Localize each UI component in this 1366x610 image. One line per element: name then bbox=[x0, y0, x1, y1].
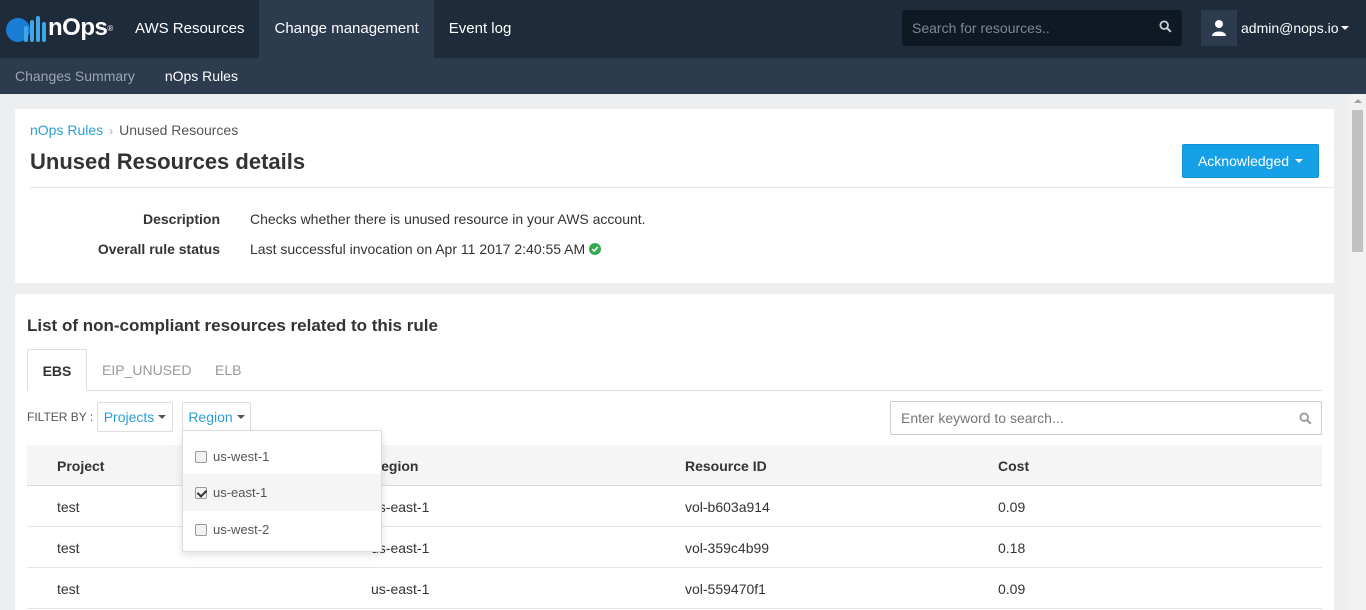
column-header-resource-id[interactable]: Resource ID bbox=[685, 458, 767, 474]
region-checkbox-checked[interactable] bbox=[195, 486, 207, 499]
status-value-wrap: Last successful invocation on Apr 11 201… bbox=[250, 241, 602, 257]
breadcrumb-nops-rules[interactable]: nOps Rules bbox=[30, 122, 103, 138]
cell-cost: 0.09 bbox=[998, 581, 1026, 597]
chevron-down-icon bbox=[158, 415, 167, 419]
sub-navbar: Changes Summary nOps Rules bbox=[0, 58, 1366, 94]
nav-aws-resources[interactable]: AWS Resources bbox=[120, 0, 259, 58]
region-dropdown-menu: us-west-1 us-east-1 us-west-2 bbox=[182, 430, 382, 552]
region-option-label: us-west-1 bbox=[213, 449, 270, 464]
cell-cost: 0.18 bbox=[998, 540, 1026, 556]
search-icon[interactable] bbox=[1299, 412, 1312, 425]
page-scrollbar[interactable] bbox=[1349, 94, 1366, 610]
breadcrumb-current: Unused Resources bbox=[119, 122, 239, 138]
resource-search bbox=[902, 10, 1182, 46]
chevron-down-icon bbox=[1295, 159, 1304, 163]
region-filter-button[interactable]: Region bbox=[182, 402, 251, 432]
divider bbox=[30, 187, 1334, 188]
resource-search-input[interactable] bbox=[902, 10, 1182, 46]
status-label: Overall rule status bbox=[97, 241, 220, 257]
acknowledged-label: Acknowledged bbox=[1197, 153, 1290, 169]
projects-filter-button[interactable]: Projects bbox=[97, 402, 173, 432]
subnav-changes-summary[interactable]: Changes Summary bbox=[0, 58, 150, 94]
keyword-search-input[interactable] bbox=[891, 402, 1321, 434]
top-navbar: nOps ® AWS Resources Change management Ev… bbox=[0, 0, 1366, 58]
cell-project: test bbox=[57, 581, 80, 597]
nav-change-management[interactable]: Change management bbox=[259, 0, 434, 58]
resource-type-tabs: EBS EIP_UNUSED ELB bbox=[27, 349, 1322, 391]
breadcrumb: nOps Rules › Unused Resources bbox=[30, 122, 238, 138]
region-option-label: us-east-1 bbox=[213, 485, 268, 500]
acknowledged-status-button[interactable]: Acknowledged bbox=[1182, 144, 1319, 178]
chevron-down-icon bbox=[1340, 26, 1349, 30]
main-nav: AWS Resources Change management Event lo… bbox=[120, 0, 526, 58]
region-checkbox[interactable] bbox=[195, 523, 207, 536]
region-option-us-west-2[interactable]: us-west-2 bbox=[183, 511, 381, 548]
region-option-label: us-west-2 bbox=[213, 522, 270, 537]
brand-name: nOps bbox=[48, 14, 108, 41]
table-row[interactable]: test us-east-1 vol-559470f1 0.09 bbox=[27, 568, 1322, 609]
description-label: Description bbox=[142, 211, 220, 227]
nav-event-log[interactable]: Event log bbox=[434, 0, 527, 58]
region-checkbox[interactable] bbox=[195, 450, 207, 463]
cloud-bars-icon bbox=[6, 12, 46, 44]
search-icon[interactable] bbox=[1159, 20, 1172, 33]
chevron-right-icon: › bbox=[109, 124, 114, 138]
cell-region: us-east-1 bbox=[371, 581, 430, 597]
subnav-nops-rules[interactable]: nOps Rules bbox=[150, 58, 253, 94]
scroll-up-arrow-icon[interactable] bbox=[1354, 99, 1362, 103]
page-title: Unused Resources details bbox=[30, 149, 306, 174]
cell-resource-id: vol-b603a914 bbox=[685, 499, 770, 515]
scroll-thumb[interactable] bbox=[1352, 110, 1363, 252]
description-value: Checks whether there is unused resource … bbox=[250, 211, 646, 227]
cell-resource-id: vol-559470f1 bbox=[685, 581, 766, 597]
check-circle-icon bbox=[589, 243, 602, 255]
region-filter-label: Region bbox=[188, 409, 233, 425]
status-value: Last successful invocation on Apr 11 201… bbox=[250, 241, 586, 257]
column-header-project[interactable]: Project bbox=[57, 458, 104, 474]
cell-cost: 0.09 bbox=[998, 499, 1026, 515]
user-icon bbox=[1201, 10, 1237, 46]
tab-elb[interactable]: ELB bbox=[215, 349, 241, 391]
nops-logo[interactable]: nOps ® bbox=[6, 12, 113, 44]
rule-details-panel: nOps Rules › Unused Resources Unused Resou… bbox=[15, 109, 1334, 283]
cell-project: test bbox=[57, 540, 80, 556]
keyword-search bbox=[890, 401, 1322, 435]
cell-project: test bbox=[57, 499, 80, 515]
section-title: List of non-compliant resources related … bbox=[27, 316, 438, 335]
user-menu[interactable]: admin@nops.io bbox=[1201, 10, 1365, 46]
tab-eip-unused[interactable]: EIP_UNUSED bbox=[102, 349, 191, 391]
filter-by-label: FILTER BY : bbox=[27, 410, 94, 424]
region-option-us-west-1[interactable]: us-west-1 bbox=[183, 438, 381, 475]
chevron-down-icon bbox=[236, 415, 245, 419]
region-option-us-east-1[interactable]: us-east-1 bbox=[183, 474, 381, 511]
projects-filter-label: Projects bbox=[103, 409, 155, 425]
tab-ebs[interactable]: EBS bbox=[27, 349, 87, 391]
column-header-cost[interactable]: Cost bbox=[998, 458, 1029, 474]
brand-registered-mark: ® bbox=[107, 23, 114, 33]
cell-resource-id: vol-359c4b99 bbox=[685, 540, 770, 556]
user-email: admin@nops.io bbox=[1241, 20, 1339, 36]
